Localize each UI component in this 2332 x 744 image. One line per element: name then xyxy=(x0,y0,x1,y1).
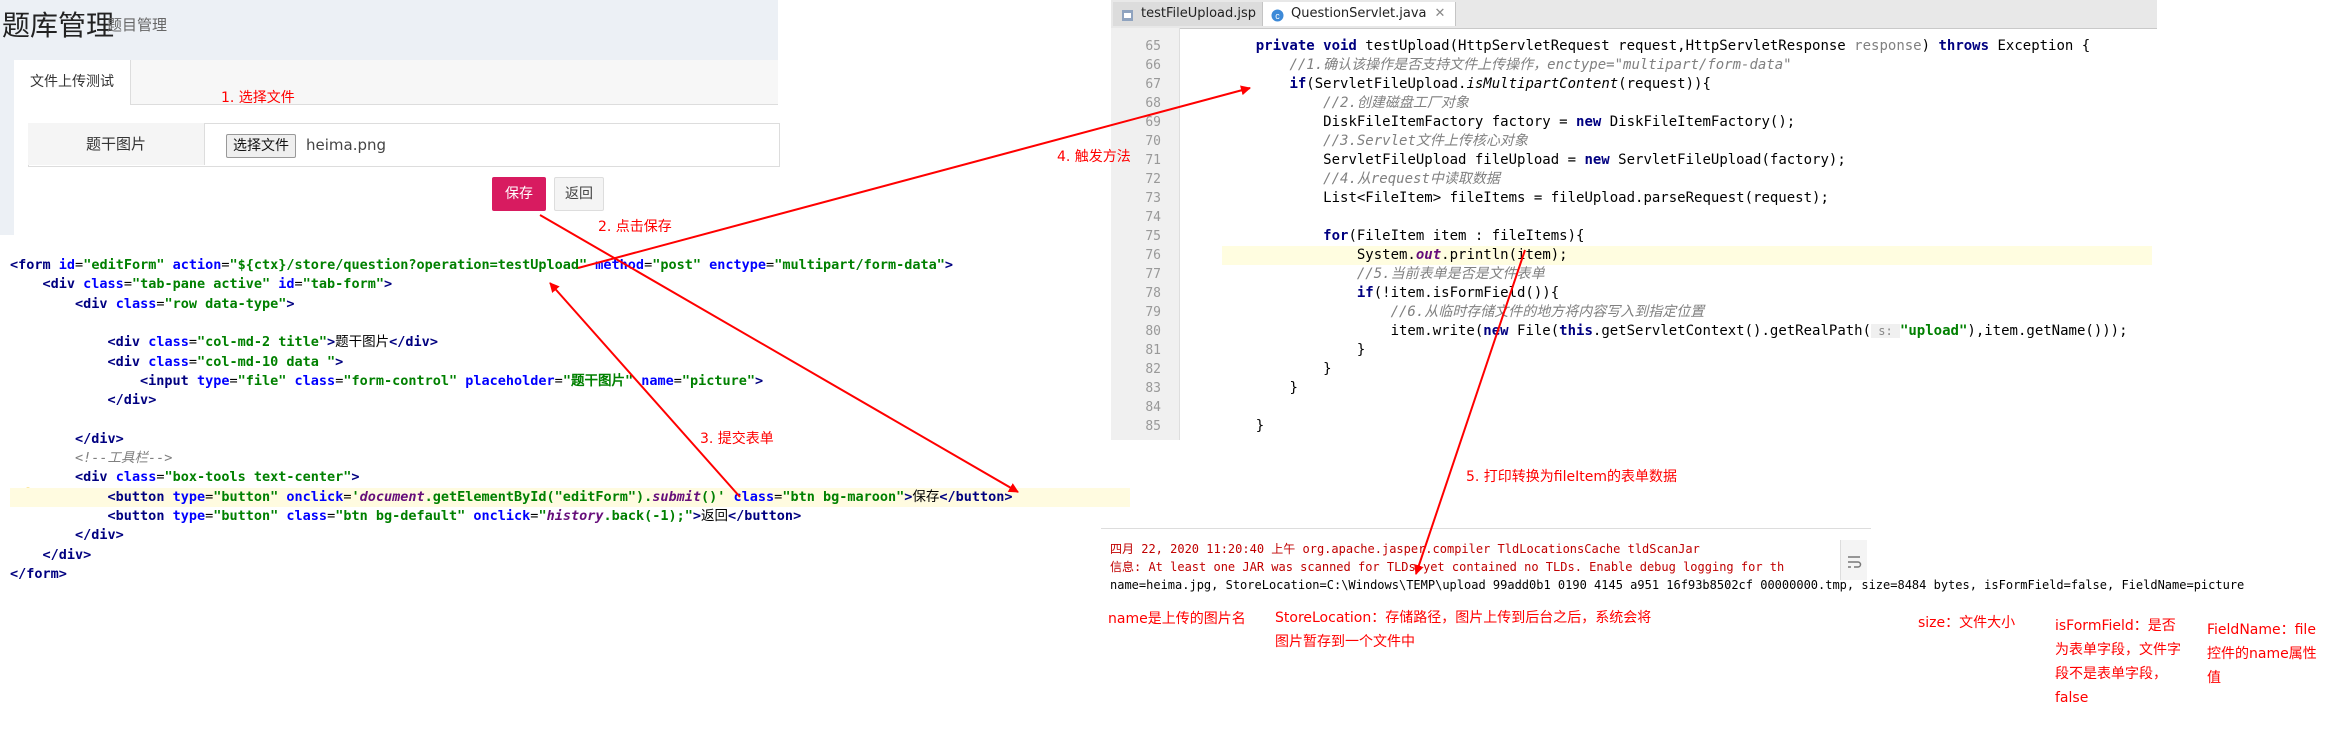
annotation-arrows xyxy=(539,85,1526,575)
arrow-println-to-console xyxy=(1414,249,1526,575)
arrow-form-to-method xyxy=(577,85,1251,269)
